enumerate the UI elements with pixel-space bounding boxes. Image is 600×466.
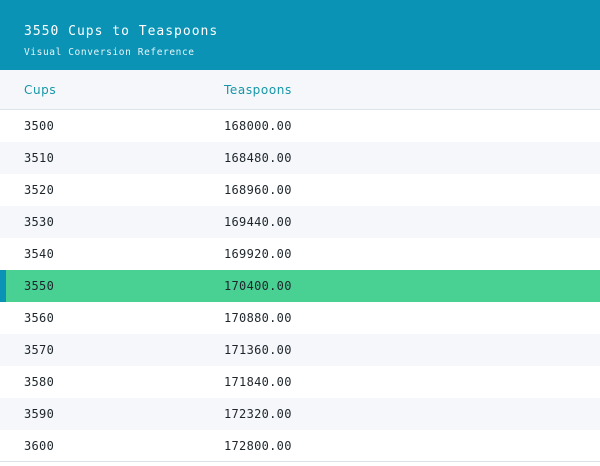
table-row: 3510 168480.00	[0, 142, 600, 174]
teaspoons-cell: 170880.00	[224, 311, 292, 325]
table-row: 3600 172800.00	[0, 430, 600, 462]
cups-cell: 3560	[24, 311, 55, 325]
cups-cell: 3520	[24, 183, 55, 197]
teaspoons-cell: 169440.00	[224, 215, 292, 229]
cups-cell: 3600	[24, 439, 55, 453]
page-subtitle: Visual Conversion Reference	[24, 47, 195, 58]
table-row: 3570 171360.00	[0, 334, 600, 366]
table-row: 3520 168960.00	[0, 174, 600, 206]
column-header-teaspoons: Teaspoons	[224, 83, 292, 97]
teaspoons-cell: 169920.00	[224, 247, 292, 261]
table-row: 3500 168000.00	[0, 110, 600, 142]
cups-cell: 3500	[24, 119, 55, 133]
table-row: 3530 169440.00	[0, 206, 600, 238]
table-row: 3580 171840.00	[0, 366, 600, 398]
table-row: 3590 172320.00	[0, 398, 600, 430]
teaspoons-cell: 171840.00	[224, 375, 292, 389]
teaspoons-cell: 171360.00	[224, 343, 292, 357]
cups-cell: 3530	[24, 215, 55, 229]
column-header-cups: Cups	[24, 83, 57, 97]
cups-cell: 3590	[24, 407, 55, 421]
card-header: 3550 Cups to Teaspoons Visual Conversion…	[0, 0, 600, 70]
table-row-highlighted: 3550 170400.00	[0, 270, 600, 302]
table-row: 3540 169920.00	[0, 238, 600, 270]
teaspoons-cell: 170400.00	[224, 279, 292, 293]
cups-cell: 3540	[24, 247, 55, 261]
cups-cell: 3570	[24, 343, 55, 357]
conversion-card: 3550 Cups to Teaspoons Visual Conversion…	[0, 0, 600, 466]
teaspoons-cell: 172800.00	[224, 439, 292, 453]
teaspoons-cell: 168960.00	[224, 183, 292, 197]
page-title: 3550 Cups to Teaspoons	[24, 24, 219, 39]
cups-cell: 3550	[24, 279, 55, 293]
teaspoons-cell: 172320.00	[224, 407, 292, 421]
cups-cell: 3510	[24, 151, 55, 165]
teaspoons-cell: 168000.00	[224, 119, 292, 133]
table-header: Cups Teaspoons	[0, 70, 600, 110]
cups-cell: 3580	[24, 375, 55, 389]
teaspoons-cell: 168480.00	[224, 151, 292, 165]
highlight-marker	[0, 270, 6, 302]
table-body: 3500 168000.00 3510 168480.00 3520 16896…	[0, 110, 600, 462]
table-bottom-border	[0, 461, 600, 462]
table-row: 3560 170880.00	[0, 302, 600, 334]
